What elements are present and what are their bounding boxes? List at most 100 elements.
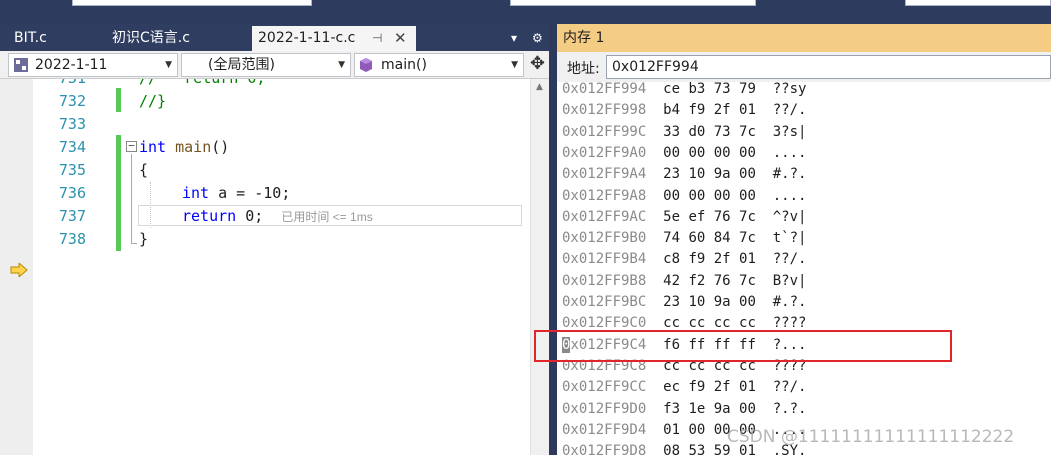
memory-bytes: b4 f9 2f 01 (663, 102, 756, 119)
memory-ascii: #.?. (772, 166, 807, 183)
memory-address: 0x012FF9D0 (562, 400, 647, 417)
scope-name: (全局范围) (208, 57, 275, 73)
line-number: 733 (58, 115, 86, 133)
toolbar-combo-2[interactable] (510, 0, 756, 6)
memory-row[interactable]: 0x012FF9B0 74 60 84 7c t`?| (562, 228, 806, 249)
memory-row[interactable]: 0x012FF9A4 23 10 9a 00 #.?. (562, 164, 806, 185)
memory-bytes: 23 10 9a 00 (663, 166, 756, 183)
tab-2022-1-11-c[interactable]: 2022-1-11-c.c ⊣ ✕ (252, 26, 416, 51)
memory-bytes: f3 1e 9a 00 (663, 400, 756, 417)
memory-address: 0x012FF9C0 (562, 315, 647, 332)
memory-row[interactable]: 0x012FF99C 33 d0 73 7c 3?s| (562, 122, 806, 143)
memory-address: 0x012FF9D8 (562, 443, 647, 455)
tab-label: 2022-1-11-c.c (258, 30, 356, 46)
chevron-down-icon: ▼ (165, 60, 172, 70)
memory-ascii: B?v| (772, 272, 807, 289)
memory-address: 0x012FF9A4 (562, 166, 647, 183)
memory-row[interactable]: 0x012FF998 b4 f9 2f 01 ??/. (562, 100, 806, 121)
address-label: 地址: (567, 61, 600, 77)
editor-scrollbar[interactable]: ▲ (530, 79, 549, 455)
memory-address: 0x012FF9A8 (562, 187, 647, 204)
top-toolbar-strip (0, 0, 1051, 24)
memory-ascii: ??/. (772, 102, 807, 119)
memory-row[interactable]: 0x012FF9A8 00 00 00 00 .... (562, 186, 806, 207)
code-editor-pane: BIT.c 初识C语言.c 2022-1-11-c.c ⊣ ✕ ▾ ⚙ 2022… (0, 24, 549, 455)
memory-ascii: 3?s| (772, 123, 807, 140)
memory-ascii: #.?. (772, 294, 807, 310)
memory-rows[interactable]: 0x012FF994 ce b3 73 79 ??sy 0x012FF998 b4… (557, 82, 1051, 455)
code-line-732: //} (139, 92, 167, 110)
line-number: 737 (58, 207, 86, 225)
memory-address: 0x012FF9CC (562, 379, 647, 396)
collapse-icon[interactable]: − (126, 140, 137, 152)
pane-splitter[interactable] (549, 24, 557, 455)
keyword: int (139, 138, 167, 156)
address-bar: 地址: 0x012FF994 (557, 52, 1051, 82)
memory-row[interactable]: 0x012FF9A0 00 00 00 00 .... (562, 143, 806, 164)
address-input[interactable]: 0x012FF994 (606, 55, 1051, 79)
line-number: 734 (58, 138, 86, 156)
close-tab-icon[interactable]: ✕ (394, 26, 407, 50)
gear-icon[interactable]: ⚙ (532, 26, 543, 50)
line-number: 736 (58, 184, 86, 202)
scope-dropdown[interactable]: (全局范围) ▼ (181, 53, 351, 77)
line-number: 731 (33, 79, 86, 90)
memory-row[interactable]: 0x012FF9BC 23 10 9a 00 #.?. (562, 292, 806, 313)
project-name: 2022-1-11 (35, 57, 108, 73)
toolbar-combo-3[interactable] (905, 0, 1051, 6)
line-number: 732 (58, 92, 86, 110)
scroll-up-icon[interactable]: ▲ (536, 82, 543, 92)
memory-address: 0x012FF99C (562, 123, 647, 140)
memory-bytes: 5e ef 76 7c (663, 208, 756, 225)
memory-bytes: cc cc cc cc (663, 315, 756, 332)
memory-address: 0x012FF9B8 (562, 272, 647, 289)
memory-address: 0x012FF994 (562, 82, 647, 97)
memory-window-title[interactable]: 内存 1 (557, 24, 1051, 52)
project-dropdown[interactable]: 2022-1-11 ▼ (8, 53, 178, 77)
memory-bytes: 74 60 84 7c (663, 230, 756, 247)
tab-label: 初识C语言.c (112, 30, 190, 46)
code-line-734: int main() (139, 136, 229, 159)
memory-ascii: ?.?. (772, 400, 807, 417)
toolbar-combo-1[interactable] (72, 0, 312, 6)
function-dropdown[interactable]: main() ▼ (354, 53, 524, 77)
line-number: 735 (58, 161, 86, 179)
tab-list-dropdown-icon[interactable]: ▾ (511, 26, 517, 50)
fold-guide-end (131, 243, 137, 244)
perf-tip[interactable]: 已用时间 <= 1ms (281, 210, 372, 224)
code-text: a = -10; (209, 184, 291, 202)
memory-row[interactable]: 0x012FF9D0 f3 1e 9a 00 ?.?. (562, 399, 806, 420)
method-cube-icon (360, 58, 372, 72)
tab-chuShi-c[interactable]: 初识C语言.c (106, 26, 252, 51)
memory-ascii: .... (772, 144, 807, 161)
chevron-down-icon: ▼ (338, 60, 345, 70)
memory-ascii: ??sy (772, 82, 807, 97)
code-line-737: return 0; 已用时间 <= 1ms (182, 205, 373, 229)
code-area[interactable]: 731 732 733 734 735 736 737 738 − // ret… (0, 79, 549, 455)
change-indicator (116, 88, 121, 112)
keyword: return (182, 207, 237, 225)
tab-bit-c[interactable]: BIT.c (8, 26, 104, 51)
memory-bytes: 00 00 00 00 (663, 187, 756, 204)
memory-row[interactable]: 0x012FF994 ce b3 73 79 ??sy (562, 82, 806, 100)
keyword: int (182, 184, 210, 202)
navigation-bar: 2022-1-11 ▼ (全局范围) ▼ main() ▼ ✥ (0, 51, 549, 79)
code-line-735: { (139, 161, 149, 179)
memory-row[interactable]: 0x012FF9AC 5e ef 76 7c ^?v| (562, 207, 806, 228)
memory-bytes: ec f9 2f 01 (663, 379, 756, 396)
change-indicator (116, 135, 121, 251)
memory-row[interactable]: 0x012FF9CC ec f9 2f 01 ??/. (562, 377, 806, 398)
pin-tab-icon[interactable]: ⊣ (372, 26, 382, 50)
fold-guide (131, 154, 132, 244)
project-icon (14, 58, 28, 72)
split-window-icon[interactable]: ✥ (530, 54, 545, 74)
memory-row[interactable]: 0x012FF9B8 42 f2 76 7c B?v| (562, 271, 806, 292)
code-line-731: // return 0; (139, 79, 265, 90)
code-text: 0; (236, 207, 264, 225)
memory-bytes: c8 f9 2f 01 (663, 251, 756, 268)
memory-bytes: 33 d0 73 7c (663, 123, 756, 140)
memory-ascii: ???? (772, 315, 807, 332)
memory-address: 0x012FF9A0 (562, 144, 647, 161)
memory-row[interactable]: 0x012FF9B4 c8 f9 2f 01 ??/. (562, 249, 806, 270)
memory-ascii: ??/. (772, 251, 807, 268)
